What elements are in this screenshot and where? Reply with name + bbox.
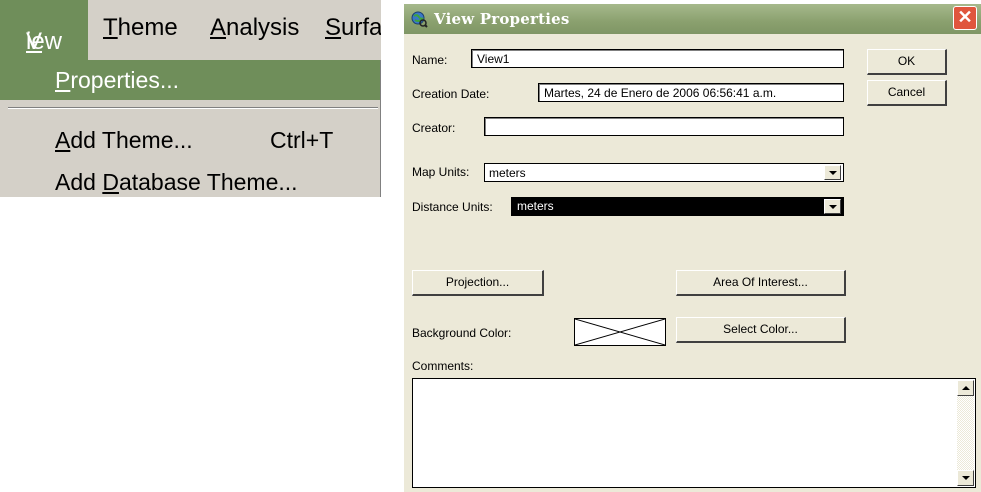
menubar: View Theme Analysis Surfa bbox=[0, 0, 381, 60]
add-database-theme-label: atabase Theme... bbox=[118, 169, 298, 195]
menu-item-add-theme[interactable]: Add Theme... Ctrl+T bbox=[0, 120, 381, 160]
menu-theme-label: heme bbox=[117, 14, 178, 41]
area-of-interest-button[interactable]: Area Of Interest... bbox=[676, 270, 846, 296]
menu-screenshot: View Theme Analysis Surfa Properties... … bbox=[0, 0, 381, 197]
menu-surface-mnemonic: S bbox=[325, 14, 342, 41]
properties-mnemonic: P bbox=[55, 67, 71, 93]
comments-textarea[interactable] bbox=[412, 378, 976, 488]
chevron-down-icon[interactable] bbox=[824, 199, 841, 214]
comments-label: Comments: bbox=[412, 359, 474, 373]
no-color-icon bbox=[575, 319, 665, 345]
dialog-title: View Properties bbox=[434, 10, 570, 28]
dialog-titlebar[interactable]: View Properties ✕ bbox=[404, 4, 981, 34]
add-theme-shortcut: Ctrl+T bbox=[270, 127, 334, 153]
scroll-up-icon[interactable] bbox=[957, 380, 974, 396]
add-database-theme-prefix: Add bbox=[55, 169, 103, 195]
menu-item-properties[interactable]: Properties... bbox=[0, 60, 381, 100]
name-field[interactable]: View1 bbox=[471, 49, 844, 68]
globe-icon bbox=[410, 10, 428, 28]
background-color-label: Background Color: bbox=[412, 326, 512, 340]
add-theme-label: dd Theme... bbox=[70, 127, 193, 153]
view-menu-dropdown: Properties... Add Theme... Ctrl+T Add Da… bbox=[0, 60, 381, 197]
map-units-label: Map Units: bbox=[412, 165, 470, 179]
menu-item-add-database-theme[interactable]: Add Database Theme... bbox=[0, 162, 381, 197]
creation-date-field: Martes, 24 de Enero de 2006 06:56:41 a.m… bbox=[538, 83, 844, 102]
map-units-value: meters bbox=[489, 166, 526, 180]
menu-analysis-label: nalysis bbox=[226, 14, 300, 41]
scroll-down-icon[interactable] bbox=[957, 470, 974, 486]
menu-analysis-mnemonic: A bbox=[210, 14, 227, 41]
distance-units-label: Distance Units: bbox=[412, 200, 493, 214]
menu-surface[interactable]: Surfa bbox=[325, 14, 381, 42]
view-properties-dialog: View Properties ✕ Name: View1 Creation D… bbox=[404, 4, 981, 492]
background-color-swatch bbox=[574, 318, 666, 346]
close-button[interactable]: ✕ bbox=[953, 6, 977, 30]
close-icon: ✕ bbox=[957, 7, 973, 27]
creator-label: Creator: bbox=[412, 121, 456, 135]
menu-border bbox=[380, 60, 381, 197]
creator-field[interactable] bbox=[484, 117, 844, 136]
menu-theme-mnemonic: T bbox=[103, 14, 118, 41]
scrollbar-track[interactable] bbox=[957, 396, 974, 470]
projection-button[interactable]: Projection... bbox=[412, 270, 544, 296]
menu-theme[interactable]: Theme bbox=[103, 14, 178, 42]
name-label: Name: bbox=[412, 53, 448, 67]
add-theme-mnemonic: A bbox=[55, 127, 71, 153]
distance-units-select[interactable]: meters bbox=[511, 197, 844, 216]
menu-separator bbox=[8, 107, 378, 109]
creation-date-label: Creation Date: bbox=[412, 87, 490, 101]
map-units-select[interactable]: meters bbox=[484, 163, 844, 182]
menu-view-label: iew bbox=[26, 28, 63, 55]
select-color-button[interactable]: Select Color... bbox=[676, 317, 846, 343]
add-database-theme-mnemonic: D bbox=[102, 169, 119, 195]
properties-label: roperties... bbox=[70, 67, 179, 93]
distance-units-value: meters bbox=[515, 199, 556, 213]
menu-view[interactable]: View bbox=[0, 0, 88, 60]
cancel-button[interactable]: Cancel bbox=[867, 80, 947, 106]
ok-button[interactable]: OK bbox=[867, 49, 947, 75]
comments-scrollbar[interactable] bbox=[957, 380, 974, 486]
chevron-down-icon[interactable] bbox=[824, 165, 841, 180]
menu-surface-label: urfa bbox=[341, 14, 381, 41]
menu-analysis[interactable]: Analysis bbox=[210, 14, 299, 42]
